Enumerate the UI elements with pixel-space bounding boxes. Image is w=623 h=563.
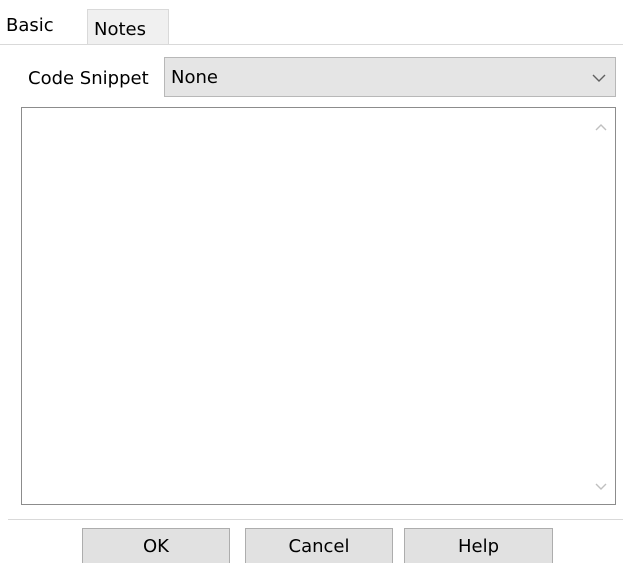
- button-bar-divider: [8, 519, 623, 520]
- tab-basic-label: Basic: [6, 15, 54, 36]
- tab-notes[interactable]: Notes: [87, 9, 169, 44]
- ok-button[interactable]: OK: [82, 528, 230, 563]
- cancel-button[interactable]: Cancel: [245, 528, 393, 563]
- chevron-down-icon[interactable]: [593, 480, 609, 494]
- chevron-down-icon[interactable]: [591, 71, 607, 85]
- tab-divider: [0, 44, 623, 45]
- chevron-up-icon[interactable]: [593, 120, 609, 134]
- tab-notes-label: Notes: [94, 19, 146, 40]
- code-snippet-label: Code Snippet: [28, 68, 149, 89]
- tab-basic[interactable]: Basic: [0, 5, 87, 45]
- dialog: Basic Notes Code Snippet None OK Cancel …: [0, 0, 623, 563]
- help-button[interactable]: Help: [404, 528, 553, 563]
- code-snippet-value: None: [171, 67, 218, 88]
- code-snippet-dropdown[interactable]: None: [164, 57, 616, 97]
- code-text-area[interactable]: [21, 107, 616, 505]
